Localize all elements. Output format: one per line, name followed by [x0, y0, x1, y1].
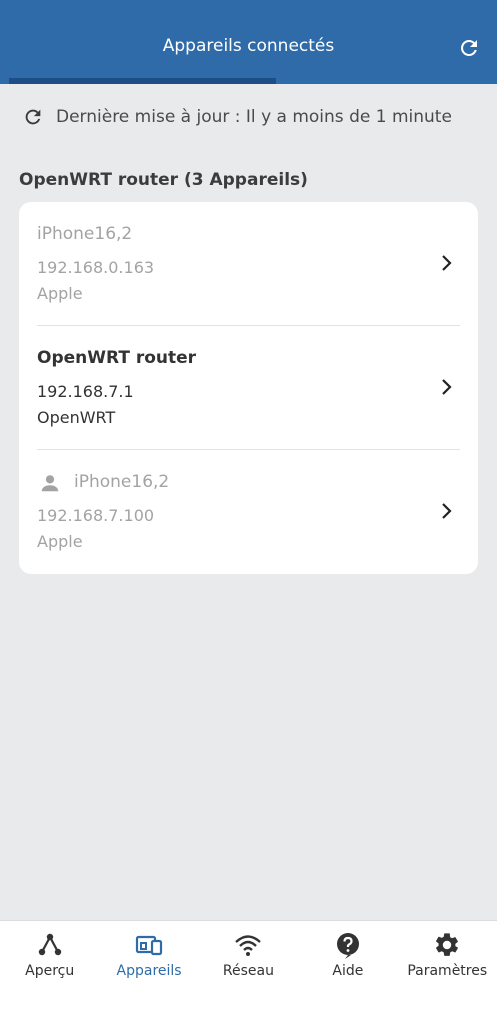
- device-vendor: Apple: [37, 532, 83, 551]
- nav-help[interactable]: Aide: [298, 921, 397, 1024]
- nav-network[interactable]: Réseau: [199, 921, 298, 1024]
- devices-icon: [135, 935, 163, 956]
- nav-label: Aperçu: [25, 963, 75, 979]
- device-row[interactable]: iPhone16,2 192.168.7.100 Apple: [19, 450, 478, 574]
- device-ip: 192.168.7.1: [37, 382, 134, 401]
- device-vendor: Apple: [37, 284, 83, 303]
- nav-label: Paramètres: [407, 963, 488, 979]
- app-bar: Appareils connectés: [0, 0, 497, 84]
- device-list-card: iPhone16,2 192.168.0.163 Apple OpenWRT r…: [19, 202, 478, 574]
- device-vendor: OpenWRT: [37, 408, 116, 427]
- group-title: OpenWRT router (3 Appareils): [19, 170, 308, 190]
- nav-label: Réseau: [222, 963, 274, 979]
- device-name: iPhone16,2: [74, 472, 170, 492]
- nav-devices[interactable]: Appareils: [100, 921, 199, 1024]
- overview-icon: [38, 933, 61, 956]
- tab-indicator: [9, 78, 276, 84]
- last-update-row: Dernière mise à jour : Il y a moins de 1…: [22, 104, 452, 130]
- wifi-icon: [235, 935, 262, 956]
- chevron-right-icon: [442, 255, 452, 271]
- nav-label: Appareils: [116, 963, 182, 979]
- device-ip: 192.168.7.100: [37, 506, 155, 525]
- device-ip: 192.168.0.163: [37, 258, 155, 277]
- chevron-right-icon: [442, 379, 452, 395]
- last-update-text: Dernière mise à jour : Il y a moins de 1…: [56, 107, 452, 127]
- gear-icon: [436, 933, 459, 956]
- nav-overview[interactable]: Aperçu: [0, 921, 99, 1024]
- refresh-icon[interactable]: [457, 36, 481, 60]
- device-name: iPhone16,2: [37, 224, 133, 244]
- page-title: Appareils connectés: [162, 36, 335, 56]
- device-row[interactable]: iPhone16,2 192.168.0.163 Apple: [19, 202, 478, 326]
- nav-label: Aide: [332, 963, 364, 979]
- refresh-small-icon: [25, 109, 41, 125]
- device-row[interactable]: OpenWRT router 192.168.7.1 OpenWRT: [19, 326, 478, 450]
- person-icon: [41, 475, 59, 492]
- nav-settings[interactable]: Paramètres: [398, 921, 497, 1024]
- bottom-nav: Aperçu Appareils Réseau Aide Paramètres: [0, 920, 497, 1024]
- help-icon: [336, 933, 359, 959]
- chevron-right-icon: [442, 503, 452, 519]
- device-name: OpenWRT router: [37, 348, 197, 368]
